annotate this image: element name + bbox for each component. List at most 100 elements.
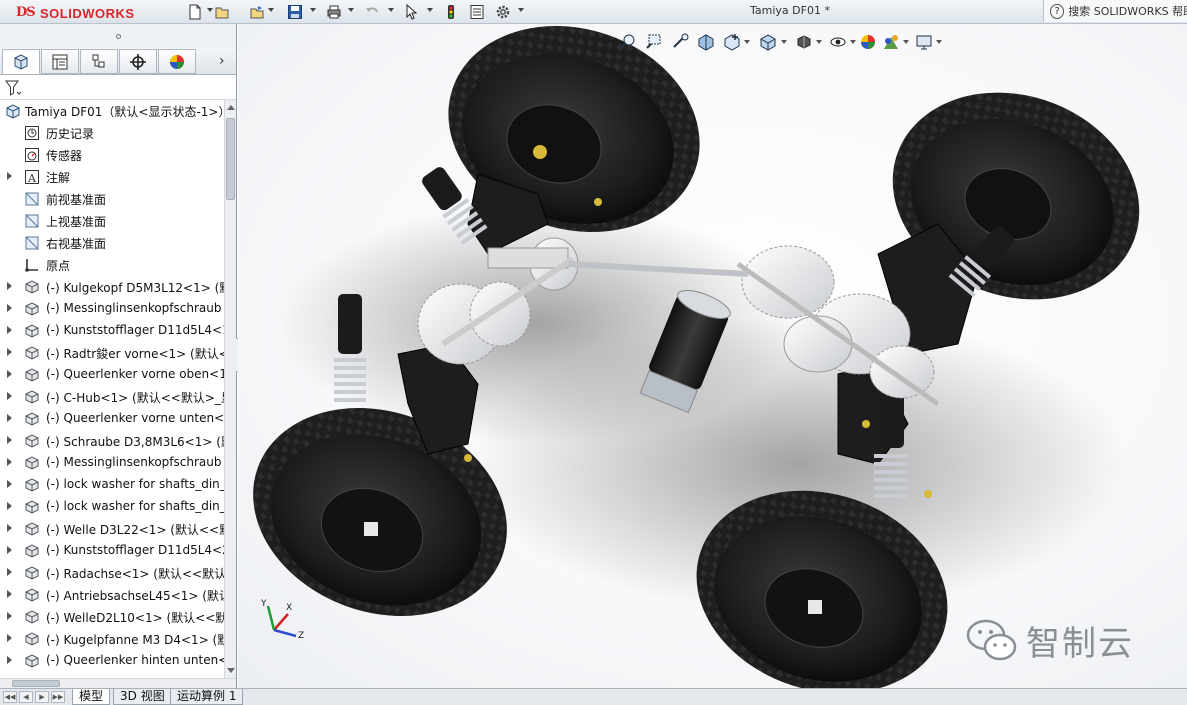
scroll-down-arrow-icon[interactable] [227, 668, 235, 673]
expand-chevron-icon[interactable] [7, 414, 12, 422]
panel-grip[interactable] [0, 24, 236, 48]
undo-dropdown-arrow[interactable] [388, 8, 394, 12]
previous-view-icon[interactable] [670, 32, 690, 52]
tree-item[interactable]: (-) Kugelpfanne M3 D4<1> (默 [0, 628, 224, 650]
expand-chevron-icon[interactable] [7, 304, 12, 312]
featuremanager-tree-icon[interactable] [2, 49, 40, 74]
expand-chevron-icon[interactable] [7, 172, 12, 180]
tree-item[interactable]: (-) lock washer for shafts_din_ [0, 496, 224, 518]
open-dropdown-arrow[interactable] [268, 8, 274, 12]
graphics-area[interactable]: X Y Z 智制云 [238, 24, 1187, 688]
print-icon[interactable] [324, 2, 344, 22]
expand-chevron-icon[interactable] [7, 458, 12, 466]
tree-item[interactable]: (-) C-Hub<1> (默认<<默认>_显 [0, 386, 224, 408]
select-arrow-icon[interactable] [401, 2, 421, 22]
tab-3d-view[interactable]: 3D 视图 [113, 689, 172, 705]
tree-item[interactable]: (-) Messinglinsenkopfschraub [0, 452, 224, 474]
expand-chevron-icon[interactable] [7, 656, 12, 664]
tree-item[interactable]: (-) Schraube D3,8M3L6<1> (默 [0, 430, 224, 452]
tree-item[interactable]: (-) Queerlenker hinten unten< [0, 650, 224, 672]
print-dropdown-arrow[interactable] [348, 8, 354, 12]
tree-item[interactable]: A 注解 [0, 166, 224, 188]
scene-dropdown-arrow[interactable] [903, 40, 909, 44]
chassis-3d-model[interactable] [238, 24, 1187, 688]
tree-item[interactable]: 历史记录 [0, 122, 224, 144]
tree-horizontal-scrollbar[interactable] [0, 678, 236, 688]
view-settings-icon[interactable] [914, 32, 934, 52]
display-manager-icon[interactable] [158, 49, 196, 74]
apply-scene-icon[interactable] [881, 32, 901, 52]
last-tab-arrow-icon[interactable]: ▶▶ [51, 691, 65, 703]
open-folder-icon[interactable] [212, 2, 232, 22]
tree-item[interactable]: (-) AntriebsachseL45<1> (默认 [0, 584, 224, 606]
expand-chevron-icon[interactable] [7, 502, 12, 510]
tree-item[interactable]: (-) Kulgekopf D5M3L12<1> (默 [0, 276, 224, 298]
tree-item[interactable]: (-) Radtr鋑er vorne<1> (默认< [0, 342, 224, 364]
undo-icon[interactable] [362, 2, 382, 22]
orientation-dropdown-arrow[interactable] [781, 40, 787, 44]
expand-chevron-icon[interactable] [7, 348, 12, 356]
tree-item[interactable]: (-) Messinglinsenkopfschraub [0, 298, 224, 320]
tree-filter-row[interactable] [0, 76, 236, 100]
save-dropdown-arrow[interactable] [310, 8, 316, 12]
zoom-to-fit-icon[interactable] [618, 32, 638, 52]
tree-item[interactable]: 原点 [0, 254, 224, 276]
options-dropdown-arrow[interactable] [518, 8, 524, 12]
section-view-icon[interactable] [696, 32, 716, 52]
expand-chevron-icon[interactable] [7, 480, 12, 488]
tree-item[interactable]: (-) Queerlenker vorne unten< [0, 408, 224, 430]
tree-root-assembly[interactable]: Tamiya DF01（默认<显示状态-1>） [0, 100, 224, 122]
zoom-to-area-icon[interactable] [644, 32, 664, 52]
configuration-manager-icon[interactable] [80, 49, 118, 74]
tree-item[interactable]: 右视基准面 [0, 232, 224, 254]
display-style-icon[interactable] [794, 32, 814, 52]
first-tab-arrow-icon[interactable]: ◀◀ [3, 691, 17, 703]
next-tab-arrow-icon[interactable]: ▶ [35, 691, 49, 703]
expand-chevron-icon[interactable] [7, 326, 12, 334]
tree-item[interactable]: (-) WelleD2L10<1> (默认<<默 [0, 606, 224, 628]
tree-item[interactable]: (-) Radachse<1> (默认<<默认> [0, 562, 224, 584]
tree-item[interactable]: 前视基准面 [0, 188, 224, 210]
expand-chevron-icon[interactable] [7, 282, 12, 290]
open-recent-icon[interactable] [247, 2, 267, 22]
edit-appearance-icon[interactable] [858, 32, 878, 52]
expand-chevron-icon[interactable] [7, 524, 12, 532]
annotation-view-dropdown-arrow[interactable] [744, 40, 750, 44]
more-tabs-chevron-icon[interactable]: › [219, 53, 225, 69]
tree-item[interactable]: 上视基准面 [0, 210, 224, 232]
h-scroll-thumb[interactable] [12, 680, 60, 687]
dimxpert-manager-icon[interactable] [119, 49, 157, 74]
scroll-thumb[interactable] [226, 118, 235, 200]
expand-chevron-icon[interactable] [7, 370, 12, 378]
expand-chevron-icon[interactable] [7, 568, 12, 576]
expand-chevron-icon[interactable] [7, 590, 12, 598]
tab-model[interactable]: 模型 [72, 689, 111, 705]
rebuild-traffic-light-icon[interactable] [441, 2, 461, 22]
tree-item[interactable]: (-) Welle D3L22<1> (默认<<默 [0, 518, 224, 540]
save-icon[interactable] [285, 2, 305, 22]
expand-chevron-icon[interactable] [7, 436, 12, 444]
hide-show-items-icon[interactable] [828, 32, 848, 52]
prev-tab-arrow-icon[interactable]: ◀ [19, 691, 33, 703]
tree-item[interactable]: (-) Kunststofflager D11d5L4<1 [0, 320, 224, 342]
view-settings-dropdown-arrow[interactable] [936, 40, 942, 44]
solidworks-logo[interactable]: DS SOLIDWORKS [2, 1, 172, 23]
view-orientation-icon[interactable] [758, 32, 778, 52]
expand-chevron-icon[interactable] [7, 612, 12, 620]
display-style-dropdown-arrow[interactable] [816, 40, 822, 44]
scroll-up-arrow-icon[interactable] [227, 105, 235, 110]
options-gear-icon[interactable] [493, 2, 513, 22]
property-manager-icon[interactable] [41, 49, 79, 74]
tree-item[interactable]: 传感器 [0, 144, 224, 166]
tree-item[interactable]: (-) lock washer for shafts_din_ [0, 474, 224, 496]
select-dropdown-arrow[interactable] [427, 8, 433, 12]
new-document-icon[interactable] [185, 2, 205, 22]
tree-item[interactable]: (-) Queerlenker vorne oben<1 [0, 364, 224, 386]
expand-chevron-icon[interactable] [7, 634, 12, 642]
dynamic-annotation-view-icon[interactable] [722, 32, 742, 52]
search-help-box[interactable]: ? 搜索 SOLIDWORKS 帮助 [1043, 0, 1187, 22]
hide-show-dropdown-arrow[interactable] [850, 40, 856, 44]
filter-funnel-icon[interactable] [5, 79, 21, 97]
expand-chevron-icon[interactable] [7, 546, 12, 554]
tree-item[interactable]: (-) Kunststofflager D11d5L4<2 [0, 540, 224, 562]
